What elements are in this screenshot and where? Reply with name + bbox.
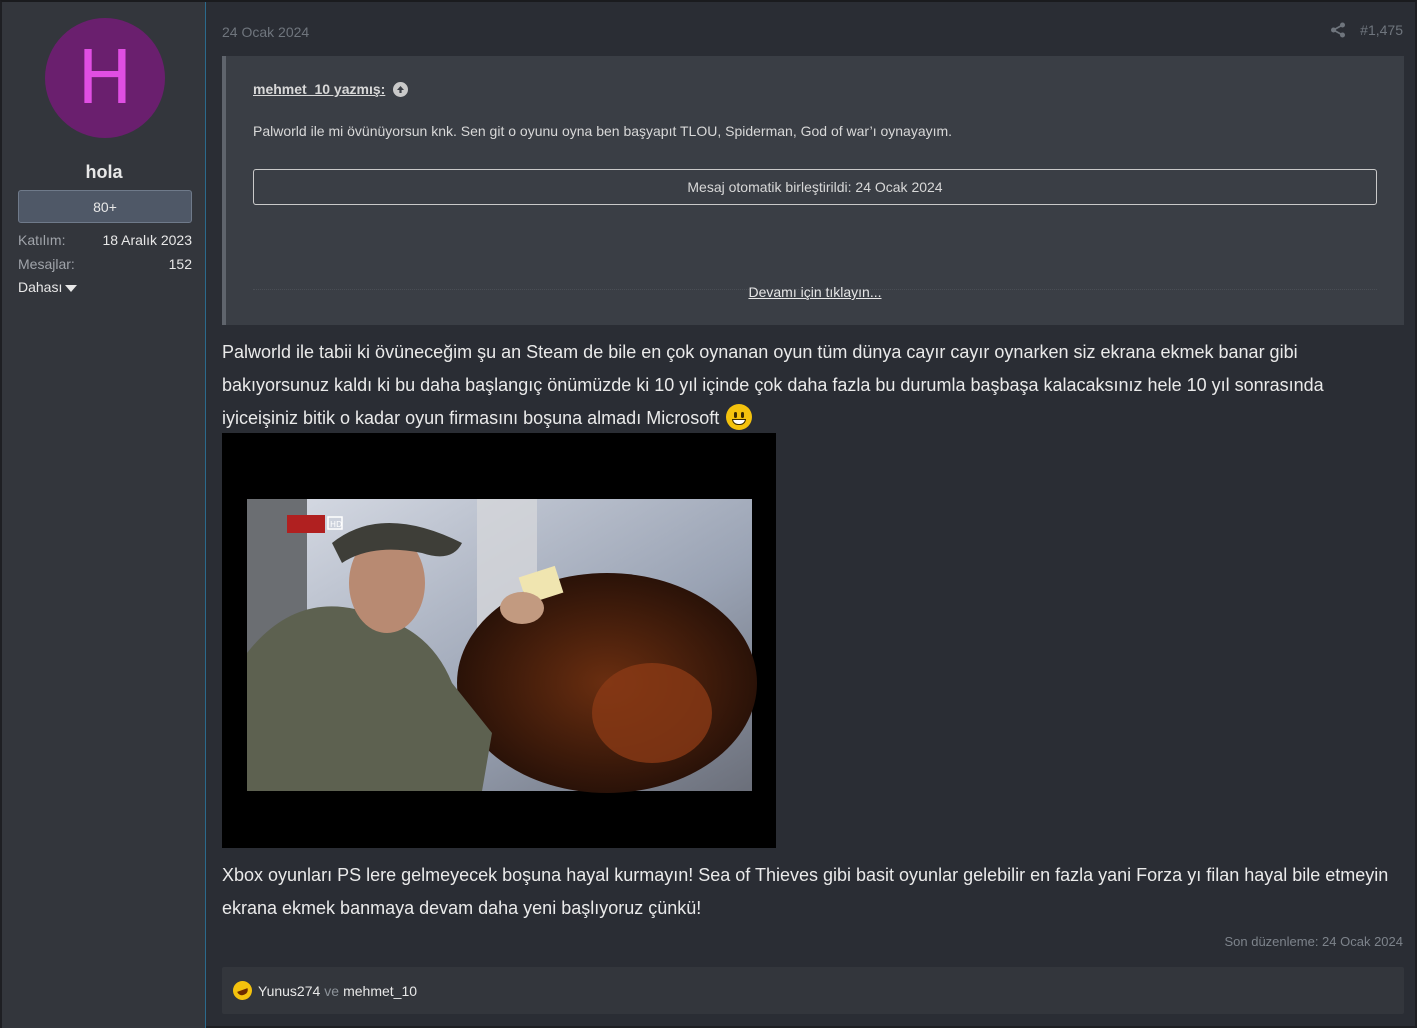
expand-quote-link[interactable]: Devamı için tıklayın... (226, 284, 1404, 300)
user-panel: H hola 80+ Katılım: 18 Aralık 2023 Mesaj… (2, 2, 206, 1028)
stat-label: Mesajlar: (18, 256, 75, 272)
post-body-paragraph-2: Xbox oyunları PS lere gelmeyecek boşuna … (222, 865, 1389, 918)
post-number[interactable]: #1,475 (1360, 22, 1403, 38)
stat-label: Katılım: (18, 232, 66, 248)
avatar-letter: H (77, 35, 133, 121)
quote-text: Palworld ile mi övünüyorsun knk. Sen git… (253, 123, 953, 139)
post-image[interactable]: HD (222, 433, 776, 848)
reaction-and: ve (324, 982, 340, 999)
merged-notice: Mesaj otomatik birleştirildi: 24 Ocak 20… (253, 169, 1377, 205)
post-actions: #1,475 (1330, 22, 1403, 38)
channel-logo: HD (330, 520, 342, 529)
more-label: Dahası (18, 279, 63, 295)
avatar[interactable]: H (45, 18, 165, 138)
share-icon[interactable] (1330, 22, 1346, 38)
post-main: 24 Ocak 2024 #1,475 mehmet_10 yazmış: Pa… (207, 2, 1415, 1028)
quote-author: mehmet_10 yazmış: (253, 81, 386, 97)
post-date[interactable]: 24 Ocak 2024 (222, 24, 309, 40)
stat-value[interactable]: 152 (169, 256, 192, 272)
movie-still-image: HD (222, 433, 776, 848)
reaction-user-2[interactable]: mehmet_10 (343, 983, 417, 999)
reaction-user-1[interactable]: Yunus274 (258, 983, 320, 999)
username[interactable]: hola (2, 162, 206, 183)
quote-author-link[interactable]: mehmet_10 yazmış: (253, 81, 409, 97)
rank-badge: 80+ (18, 190, 192, 223)
quote-block: mehmet_10 yazmış: Palworld ile mi övünüy… (222, 56, 1404, 325)
last-edited: Son düzenleme: 24 Ocak 2024 (1224, 934, 1403, 949)
caret-down-icon (65, 284, 78, 292)
rolling-laughing-icon[interactable] (230, 978, 255, 1003)
post-text-1: Palworld ile tabii ki övüneceğim şu an S… (222, 342, 1324, 428)
arrow-up-circle-icon[interactable] (393, 81, 409, 97)
post-body-paragraph-1: Palworld ile tabii ki övüneceğim şu an S… (222, 336, 1402, 435)
stat-value: 18 Aralık 2023 (102, 232, 192, 248)
stat-joined: Katılım: 18 Aralık 2023 (18, 232, 192, 248)
grinning-face-icon (726, 404, 753, 430)
stat-messages: Mesajlar: 152 (18, 256, 192, 272)
more-toggle[interactable]: Dahası (18, 279, 78, 295)
reactions-bar: Yunus274 ve mehmet_10 (222, 967, 1404, 1014)
